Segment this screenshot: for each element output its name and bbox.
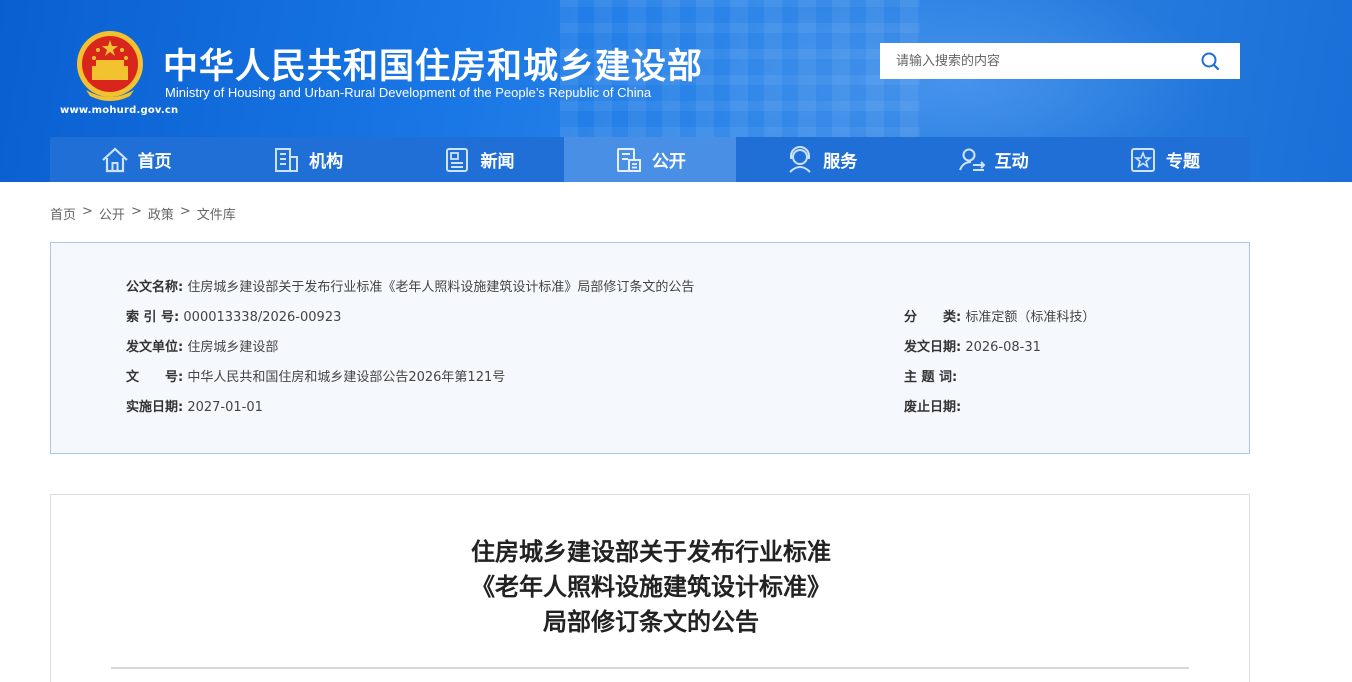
nav-item-label: 首页: [137, 152, 172, 172]
service-icon: [789, 145, 811, 173]
nav-item-label: 公开: [651, 152, 686, 172]
doc-number-value: 中华人民共和国住房和城乡建设部公告2026年第121号: [187, 370, 506, 385]
nav-item-organization[interactable]: 机构: [221, 137, 392, 182]
breadcrumb-item-home[interactable]: 首页: [50, 204, 76, 223]
category-label: 分 类:: [904, 310, 962, 325]
search-box: [880, 43, 1240, 79]
nav-item-label: 机构: [309, 152, 344, 172]
search-icon[interactable]: [1200, 51, 1220, 71]
effective-date-row: 实施日期: 2027-01-01: [126, 396, 263, 415]
article-title-line: 《老年人照料设施建筑设计标准》: [471, 573, 831, 601]
breadcrumb-separator: >: [130, 204, 142, 219]
article-title: 住房城乡建设部关于发布行业标准 《老年人照料设施建筑设计标准》 局部修订条文的公…: [51, 535, 1251, 640]
breadcrumb-separator: >: [179, 204, 191, 219]
site-title[interactable]: 中华人民共和国住房和城乡建设部: [163, 38, 703, 89]
nav-item-news[interactable]: 新闻: [393, 137, 564, 182]
nav-item-interaction[interactable]: 互动: [907, 137, 1078, 182]
category-row: 分 类: 标准定额（标准科技）: [904, 306, 1095, 325]
interaction-icon: [958, 148, 986, 171]
home-icon: [101, 147, 128, 172]
article-body: 住房城乡建设部关于发布行业标准 《老年人照料设施建筑设计标准》 局部修订条文的公…: [50, 494, 1250, 682]
breadcrumb-separator: >: [82, 204, 93, 219]
site-title-english: Ministry of Housing and Urban-Rural Deve…: [165, 85, 652, 100]
index-label: 索 引 号:: [126, 310, 180, 325]
issuer-value: 住房城乡建设部: [187, 340, 279, 355]
nav-item-label: 新闻: [480, 152, 515, 172]
expiry-date-row: 废止日期:: [904, 396, 961, 415]
doc-name-row: 公文名称: 住房城乡建设部关于发布行业标准《老年人照料设施建筑设计标准》局部修订…: [126, 276, 694, 295]
nav-item-label: 专题: [1166, 152, 1201, 172]
issuer-row: 发文单位: 住房城乡建设部: [126, 336, 278, 355]
building-icon: [275, 147, 299, 172]
effective-date-value: 2027-01-01: [187, 400, 263, 415]
nav-item-home[interactable]: 首页: [50, 137, 221, 182]
doc-name-label: 公文名称:: [126, 280, 184, 295]
national-emblem-icon[interactable]: [76, 30, 144, 102]
nav-item-topic[interactable]: 专题: [1078, 137, 1249, 182]
subject-label: 主 题 词:: [904, 370, 958, 385]
document-info-panel: 公文名称: 住房城乡建设部关于发布行业标准《老年人照料设施建筑设计标准》局部修订…: [50, 242, 1250, 454]
article-title-line: 住房城乡建设部关于发布行业标准: [471, 538, 831, 566]
news-icon: [446, 147, 469, 172]
document-icon: [616, 147, 641, 172]
issue-date-label: 发文日期:: [904, 340, 962, 355]
breadcrumb-item-public[interactable]: 公开: [99, 204, 125, 223]
main-nav: 首页 机构 新闻 公开 服务 互动 专题: [50, 137, 1250, 182]
title-divider: [111, 667, 1189, 669]
nav-item-service[interactable]: 服务: [736, 137, 907, 182]
subject-row: 主 题 词:: [904, 366, 957, 385]
expiry-date-label: 废止日期:: [904, 400, 962, 415]
doc-name-value: 住房城乡建设部关于发布行业标准《老年人照料设施建筑设计标准》局部修订条文的公告: [187, 280, 695, 295]
issue-date-value: 2026-08-31: [965, 340, 1041, 355]
nav-item-label: 服务: [823, 152, 858, 172]
doc-number-row: 文 号: 中华人民共和国住房和城乡建设部公告2026年第121号: [126, 366, 505, 385]
breadcrumb: 首页 > 公开 > 政策 > 文件库: [50, 204, 236, 223]
site-url: www.mohurd.gov.cn: [60, 105, 179, 116]
doc-number-label: 文 号:: [126, 370, 184, 385]
nav-item-label: 互动: [994, 152, 1029, 172]
issue-date-row: 发文日期: 2026-08-31: [904, 336, 1041, 355]
effective-date-label: 实施日期:: [126, 400, 184, 415]
index-row: 索 引 号: 000013338/2026-00923: [126, 306, 341, 325]
index-value: 000013338/2026-00923: [183, 310, 342, 325]
nav-item-public[interactable]: 公开: [564, 137, 736, 182]
breadcrumb-item-policy[interactable]: 政策: [148, 204, 174, 223]
topic-icon: [1131, 147, 1156, 172]
category-value: 标准定额（标准科技）: [965, 310, 1096, 325]
breadcrumb-item-library[interactable]: 文件库: [197, 204, 236, 223]
issuer-label: 发文单位:: [126, 340, 184, 355]
search-input[interactable]: [880, 43, 1190, 79]
article-title-line: 局部修订条文的公告: [543, 608, 759, 636]
